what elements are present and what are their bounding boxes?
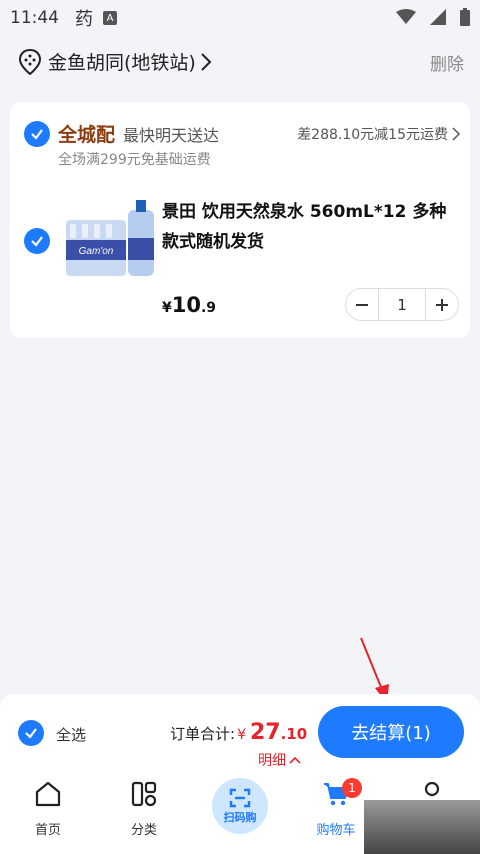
checkout-button[interactable]: 去结算(1) bbox=[318, 706, 464, 758]
store-delivery: 最快明天送达 bbox=[123, 126, 220, 145]
cart-badge: 1 bbox=[342, 778, 362, 798]
tab-home[interactable]: 首页 bbox=[0, 774, 96, 854]
check-icon bbox=[31, 129, 43, 140]
total-label: 订单合计: bbox=[170, 725, 236, 743]
store-checkbox[interactable] bbox=[24, 121, 50, 147]
product-price: ¥10.9 bbox=[162, 293, 216, 317]
price-decimal: .9 bbox=[200, 300, 217, 316]
scan-button: 扫码购 bbox=[212, 778, 268, 834]
product-image[interactable]: Gam'on bbox=[60, 190, 160, 290]
price-currency: ¥ bbox=[162, 300, 172, 316]
minus-icon bbox=[356, 303, 368, 306]
shipping-note: 全场满299元免基础运费 bbox=[58, 152, 211, 168]
scan-icon bbox=[229, 788, 251, 807]
tab-category[interactable]: 分类 bbox=[96, 774, 192, 854]
plus-icon bbox=[436, 298, 448, 311]
shipping-diff-link[interactable]: 差288.10元减15元运费 bbox=[297, 124, 460, 144]
status-time: 11:44 bbox=[10, 8, 59, 28]
tab-category-label: 分类 bbox=[130, 823, 157, 838]
product-brand-text: Gam'on bbox=[79, 246, 114, 257]
product-title[interactable]: 景田 饮用天然泉水 560mL*12 多种款式随机发货 bbox=[162, 197, 462, 257]
tab-scan-label: 扫码购 bbox=[223, 810, 257, 824]
quantity-stepper: 1 bbox=[345, 288, 459, 321]
wifi-icon bbox=[396, 9, 416, 24]
status-bar: 11:44 药 A bbox=[0, 0, 480, 36]
tab-scan[interactable]: 扫码购 bbox=[192, 774, 288, 854]
total-currency: ¥ bbox=[237, 727, 246, 743]
tab-home-label: 首页 bbox=[34, 823, 61, 838]
a-icon: A bbox=[103, 11, 117, 25]
select-all-label[interactable]: 全选 bbox=[56, 724, 86, 745]
order-total: 订单合计: ¥ 27 .10 bbox=[170, 720, 307, 745]
store-title: 全城配 最快明天送达 bbox=[58, 120, 219, 147]
app-indicator: 药 bbox=[75, 9, 93, 30]
select-all-checkbox[interactable] bbox=[18, 720, 44, 746]
header: 金鱼胡同(地铁站) 删除 bbox=[0, 40, 480, 84]
location-pin-icon bbox=[18, 48, 42, 75]
battery-icon bbox=[460, 8, 470, 26]
checkout-bar: 全选 订单合计: ¥ 27 .10 明细 去结算(1) bbox=[0, 694, 480, 774]
increase-button[interactable] bbox=[426, 289, 458, 320]
quantity-value[interactable]: 1 bbox=[378, 289, 426, 320]
shipping-diff-text: 差288.10元减15元运费 bbox=[297, 127, 448, 143]
category-icon bbox=[131, 781, 157, 807]
signal-icon bbox=[430, 9, 446, 25]
delete-button[interactable]: 删除 bbox=[430, 50, 464, 75]
chevron-right-icon bbox=[452, 127, 460, 141]
home-icon bbox=[35, 781, 61, 807]
detail-label: 明细 bbox=[258, 753, 286, 769]
check-icon bbox=[31, 236, 43, 247]
cart-store-card: 全城配 最快明天送达 差288.10元减15元运费 全场满299元免基础运费 G… bbox=[10, 102, 470, 338]
decrease-button[interactable] bbox=[346, 289, 378, 320]
total-decimal: .10 bbox=[280, 725, 308, 743]
screen-corner-overlay bbox=[364, 800, 480, 854]
location-selector[interactable]: 金鱼胡同(地铁站) bbox=[18, 48, 212, 75]
store-name: 全城配 bbox=[58, 124, 116, 146]
chevron-up-icon bbox=[289, 756, 301, 764]
detail-toggle[interactable]: 明细 bbox=[258, 750, 301, 770]
item-checkbox[interactable] bbox=[24, 228, 50, 254]
price-integer: 10 bbox=[171, 293, 201, 317]
chevron-right-icon bbox=[201, 52, 212, 71]
location-text: 金鱼胡同(地铁站) bbox=[48, 52, 196, 74]
total-integer: 27 bbox=[249, 720, 281, 745]
check-icon bbox=[25, 728, 37, 739]
